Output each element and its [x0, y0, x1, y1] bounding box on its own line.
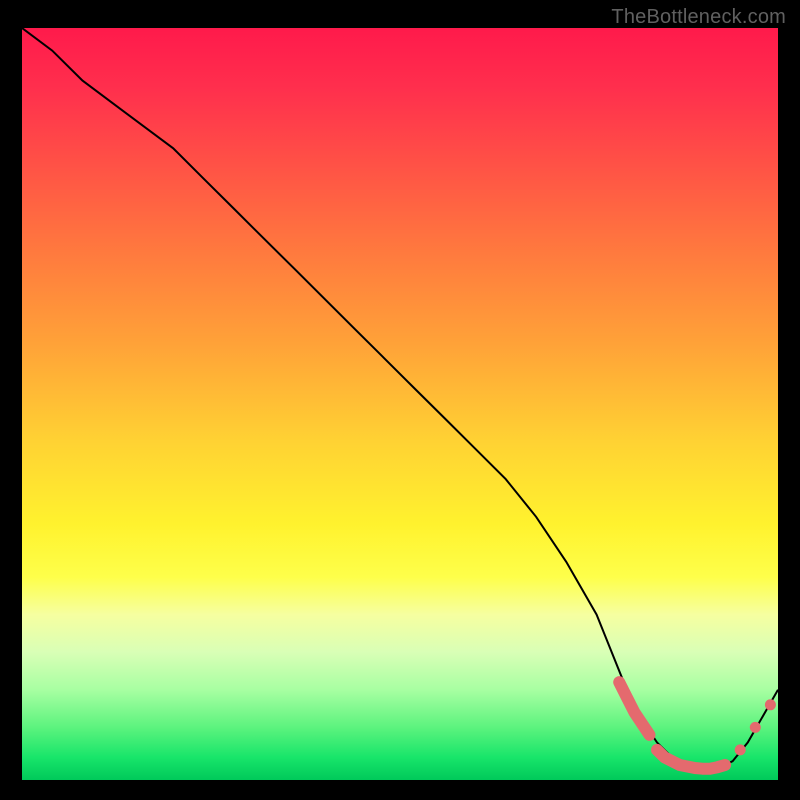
watermark-text: TheBottleneck.com: [611, 6, 786, 29]
marker-dot: [765, 699, 776, 710]
chart-frame: TheBottleneck.com: [0, 0, 800, 800]
marker-flat-bottom: [657, 750, 725, 769]
marker-dot: [750, 722, 761, 733]
marker-dot: [735, 744, 746, 755]
marker-segment-left: [619, 682, 649, 735]
main-curve: [22, 28, 778, 769]
marker-layer: [619, 682, 776, 769]
curve-svg: [22, 28, 778, 780]
curve-layer: [22, 28, 778, 769]
plot-area: [22, 28, 778, 780]
